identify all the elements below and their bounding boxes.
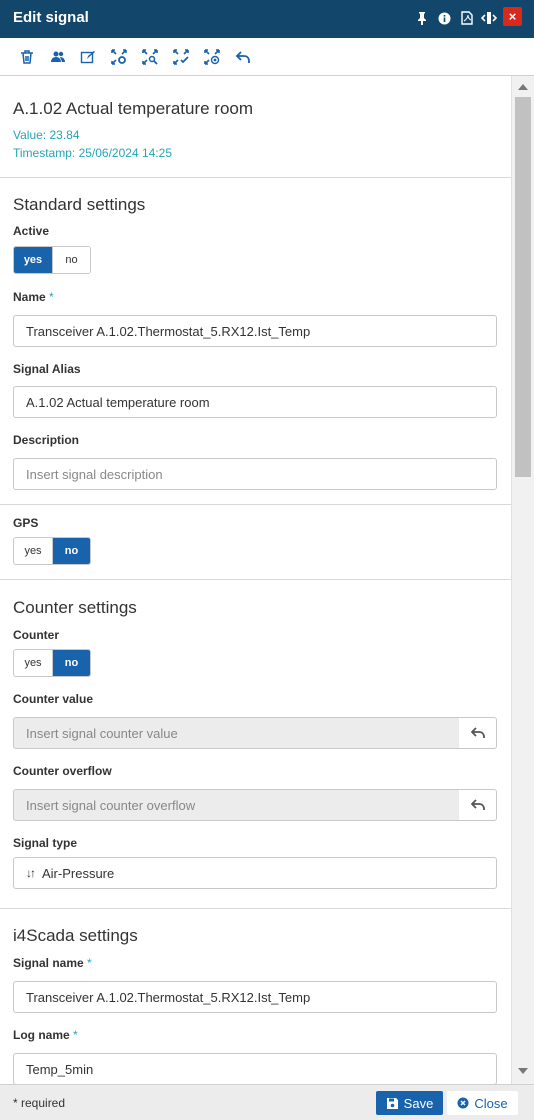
- name-input[interactable]: Transceiver A.1.02.Thermostat_5.RX12.Ist…: [13, 315, 497, 347]
- log-name-label: Log name *: [13, 1028, 78, 1042]
- undo-icon: [470, 727, 485, 738]
- counter-overflow-reset-button[interactable]: [459, 789, 497, 821]
- counter-value-input: Insert signal counter value: [13, 717, 460, 749]
- toolbar: [0, 38, 534, 76]
- required-note: * required: [13, 1096, 66, 1110]
- active-label: Active: [13, 224, 50, 238]
- form-content[interactable]: A.1.02 Actual temperature room Value: 23…: [0, 76, 511, 1084]
- scrollbar[interactable]: [511, 76, 534, 1084]
- log-name-input[interactable]: Temp_5min: [13, 1053, 497, 1084]
- pressure-icon: ↓↑: [26, 866, 36, 880]
- counter-toggle: yes no: [13, 649, 91, 677]
- pdf-icon[interactable]: [459, 9, 475, 27]
- save-button-label: Save: [403, 1095, 434, 1111]
- i4scada-settings-title: i4Scada settings: [13, 926, 138, 945]
- window-title: Edit signal: [13, 9, 89, 26]
- description-label: Description: [13, 433, 80, 447]
- counter-yes-option[interactable]: yes: [14, 650, 52, 676]
- standard-settings-title: Standard settings: [13, 195, 146, 214]
- edit-icon[interactable]: [79, 48, 97, 66]
- close-circle-icon: [457, 1097, 469, 1109]
- counter-no-option[interactable]: no: [52, 650, 90, 676]
- active-no-option[interactable]: no: [52, 247, 90, 273]
- counter-settings-title: Counter settings: [13, 598, 137, 617]
- divider: [0, 908, 511, 909]
- undo-icon: [470, 799, 485, 810]
- users-icon[interactable]: [49, 48, 67, 66]
- info-icon[interactable]: [436, 9, 452, 27]
- undo-icon[interactable]: [234, 48, 252, 66]
- gps-yes-option[interactable]: yes: [14, 538, 52, 564]
- close-icon[interactable]: ×: [503, 7, 522, 26]
- divider: [0, 177, 511, 178]
- resize-icon[interactable]: [481, 9, 497, 27]
- signal-title: A.1.02 Actual temperature room: [13, 99, 254, 118]
- close-button[interactable]: Close: [447, 1091, 518, 1115]
- description-input[interactable]: Insert signal description: [13, 458, 497, 490]
- counter-overflow-input: Insert signal counter overflow: [13, 789, 460, 821]
- pin-icon[interactable]: [414, 9, 430, 27]
- counter-value-reset-button[interactable]: [459, 717, 497, 749]
- name-label-text: Name: [13, 290, 46, 304]
- signal-timestamp: Timestamp: 25/06/2024 14:25: [13, 146, 172, 160]
- required-mark: *: [87, 956, 92, 970]
- check-nodes-icon[interactable]: [172, 48, 190, 66]
- save-button[interactable]: Save: [376, 1091, 443, 1115]
- signal-value: Value: 23.84: [13, 128, 80, 142]
- log-name-label-text: Log name: [13, 1028, 70, 1042]
- divider: [0, 579, 511, 580]
- gps-label: GPS: [13, 516, 39, 530]
- save-icon: [386, 1097, 398, 1109]
- active-toggle: yes no: [13, 246, 91, 274]
- required-mark: *: [73, 1028, 78, 1042]
- signal-type-value: Air-Pressure: [42, 865, 115, 881]
- signal-type-select[interactable]: ↓↑ Air-Pressure: [13, 857, 497, 889]
- counter-overflow-label: Counter overflow: [13, 764, 112, 778]
- counter-value-label: Counter value: [13, 692, 94, 706]
- gps-no-option[interactable]: no: [52, 538, 90, 564]
- required-mark: *: [49, 290, 54, 304]
- window-titlebar: Edit signal ×: [0, 0, 534, 38]
- signal-name-label: Signal name *: [13, 956, 92, 970]
- search-nodes-icon[interactable]: [141, 48, 159, 66]
- delete-icon[interactable]: [18, 48, 36, 66]
- scroll-up-arrow-icon[interactable]: [518, 84, 528, 90]
- signal-name-label-text: Signal name: [13, 956, 84, 970]
- scroll-thumb[interactable]: [515, 97, 531, 477]
- close-button-label: Close: [474, 1095, 508, 1111]
- scroll-down-arrow-icon[interactable]: [518, 1068, 528, 1074]
- name-label: Name *: [13, 290, 54, 304]
- gps-toggle: yes no: [13, 537, 91, 565]
- counter-label: Counter: [13, 628, 59, 642]
- alias-input[interactable]: A.1.02 Actual temperature room: [13, 386, 497, 418]
- signal-name-input[interactable]: Transceiver A.1.02.Thermostat_5.RX12.Ist…: [13, 981, 497, 1013]
- active-yes-option[interactable]: yes: [14, 247, 52, 273]
- target-nodes-icon[interactable]: [203, 48, 221, 66]
- alias-label: Signal Alias: [13, 362, 81, 376]
- divider: [0, 504, 511, 505]
- signal-type-label: Signal type: [13, 836, 78, 850]
- footer: * required Save Close: [0, 1084, 534, 1120]
- settings-nodes-icon[interactable]: [110, 48, 128, 66]
